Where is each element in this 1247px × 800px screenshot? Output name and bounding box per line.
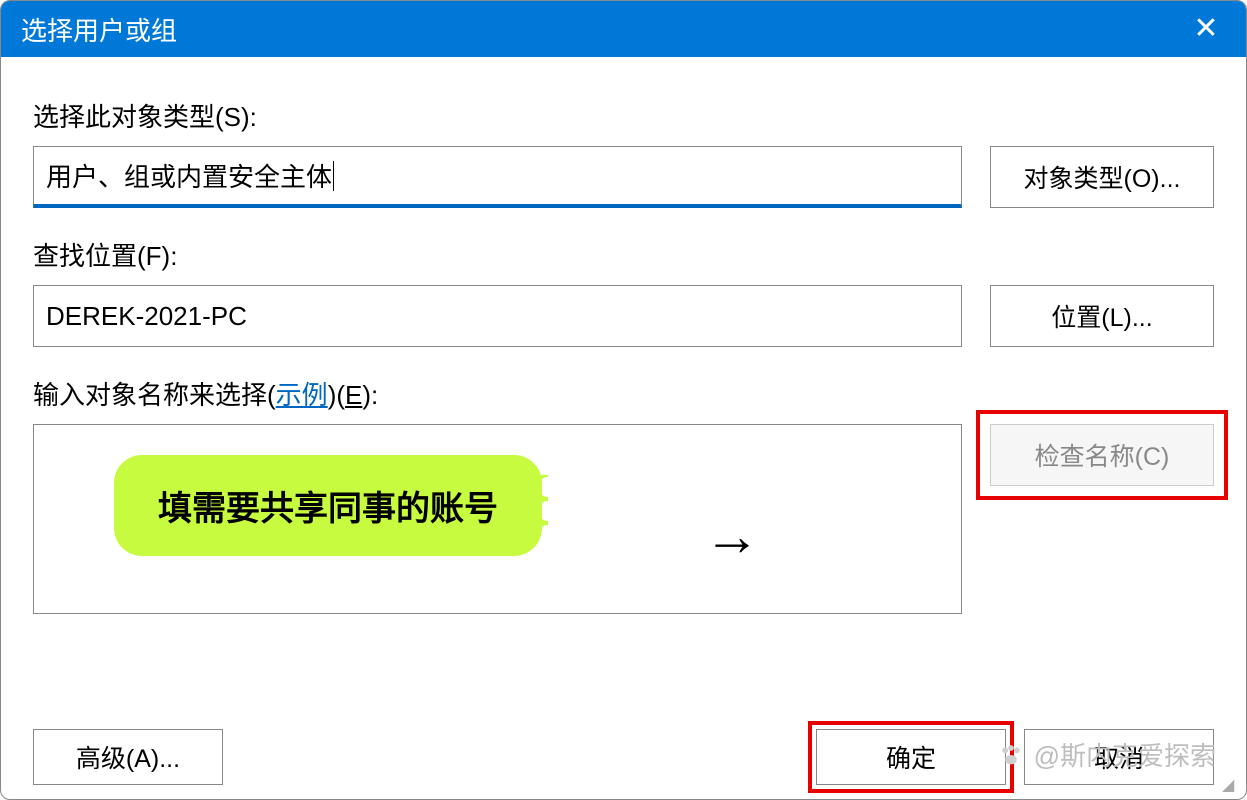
annotation-bubble: 填需要共享同事的账号	[114, 455, 542, 556]
object-type-field[interactable]: 用户、组或内置安全主体	[33, 146, 962, 208]
locations-button[interactable]: 位置(L)...	[990, 285, 1214, 347]
object-names-textarea[interactable]: 填需要共享同事的账号 →	[33, 424, 962, 614]
dialog-footer: 高级(A)... 确定 取消	[1, 729, 1246, 785]
check-names-button[interactable]: 检查名称(C)	[990, 424, 1214, 486]
example-link[interactable]: 示例	[276, 380, 328, 410]
location-value: DEREK-2021-PC	[46, 301, 247, 332]
object-type-value: 用户、组或内置安全主体	[46, 157, 332, 194]
enter-names-label: 输入对象名称来选择(示例)(E):	[33, 375, 1214, 412]
location-field[interactable]: DEREK-2021-PC	[33, 285, 962, 347]
dialog-content: 选择此对象类型(S): 用户、组或内置安全主体 对象类型(O)... 查找位置(…	[1, 57, 1246, 634]
ok-button[interactable]: 确定	[816, 729, 1006, 785]
arrow-right-icon: →	[704, 503, 760, 568]
object-type-label: 选择此对象类型(S):	[33, 97, 1214, 134]
object-types-button[interactable]: 对象类型(O)...	[990, 146, 1214, 208]
select-users-dialog: 选择用户或组 ✕ 选择此对象类型(S): 用户、组或内置安全主体 对象类型(O)…	[0, 0, 1247, 800]
dialog-title: 选择用户或组	[21, 11, 1184, 48]
advanced-button[interactable]: 高级(A)...	[33, 729, 223, 785]
resize-grip-icon[interactable]: ◢	[1222, 775, 1240, 793]
cancel-button[interactable]: 取消	[1024, 729, 1214, 785]
location-label: 查找位置(F):	[33, 236, 1214, 273]
close-icon[interactable]: ✕	[1184, 1, 1228, 57]
text-cursor-icon	[333, 161, 334, 191]
titlebar: 选择用户或组 ✕	[1, 1, 1246, 57]
